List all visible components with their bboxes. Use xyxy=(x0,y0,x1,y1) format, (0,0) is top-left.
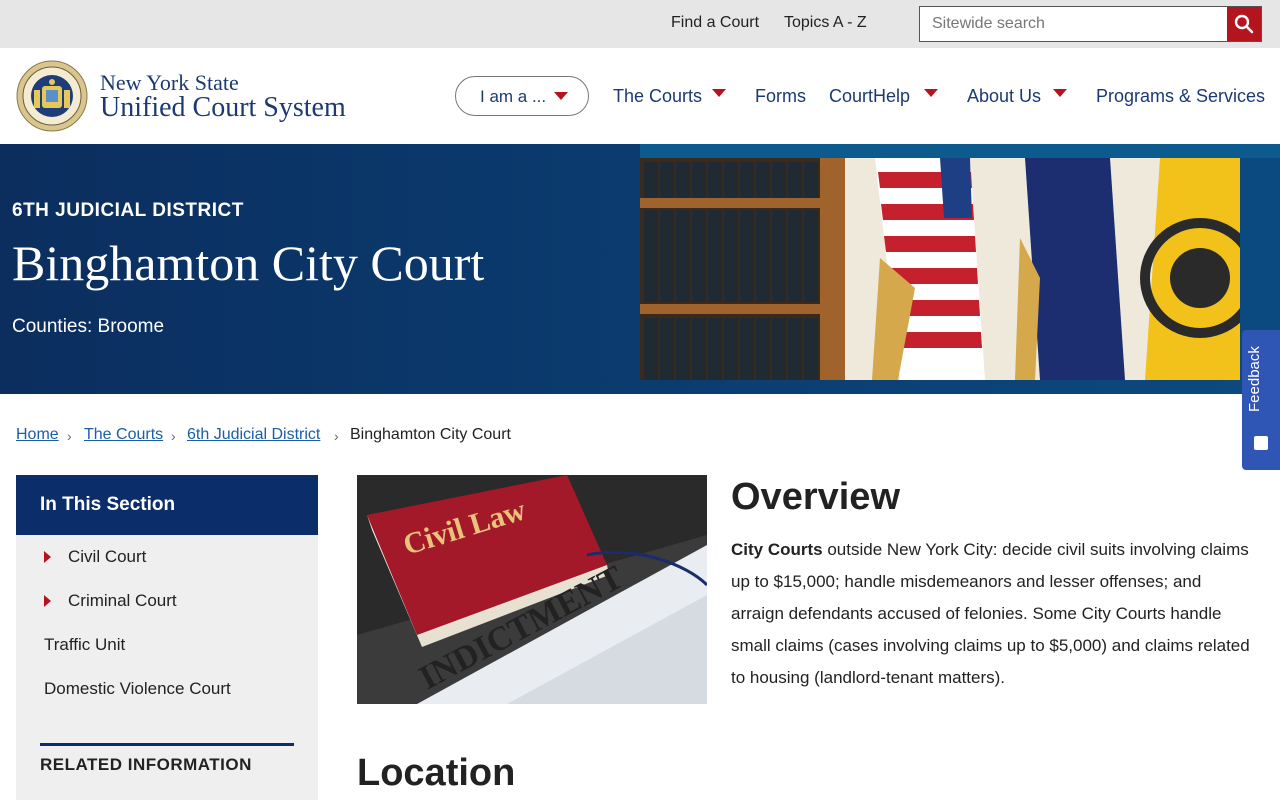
topics-a-z-link[interactable]: Topics A - Z xyxy=(784,14,867,32)
sidebar-heading: In This Section xyxy=(40,494,176,515)
chevron-right-icon: › xyxy=(334,428,339,444)
divider xyxy=(40,743,294,746)
hero-banner: 6TH JUDICIAL DISTRICT Binghamton City Co… xyxy=(0,144,1280,394)
triangle-right-icon xyxy=(44,551,51,563)
search-input[interactable] xyxy=(920,7,1226,41)
overview-heading: Overview xyxy=(731,476,900,518)
chevron-down-icon xyxy=(924,89,938,97)
feedback-icon xyxy=(1254,436,1268,450)
hero-accent-strip xyxy=(640,144,1280,158)
civil-law-illustration: Civil Law INDICTMENT xyxy=(357,475,707,704)
overview-lead: City Courts xyxy=(731,540,823,559)
search-icon xyxy=(1234,14,1254,34)
civil-law-book-image: Civil Law INDICTMENT xyxy=(357,475,707,704)
location-heading: Location xyxy=(357,752,516,794)
chevron-down-icon xyxy=(1053,89,1067,97)
sitewide-search xyxy=(919,6,1262,42)
feedback-tab[interactable]: Feedback xyxy=(1242,330,1280,470)
nav-about-us[interactable]: About Us xyxy=(967,86,1067,107)
utility-bar: Find a Court Topics A - Z xyxy=(0,0,1280,48)
nav-the-courts[interactable]: The Courts xyxy=(613,86,726,107)
triangle-right-icon xyxy=(44,595,51,607)
site-header: New York State Unified Court System I am… xyxy=(0,48,1280,144)
breadcrumb-home[interactable]: Home xyxy=(16,426,59,443)
related-information-heading: RELATED INFORMATION xyxy=(40,755,252,774)
nav-courthelp-label: CourtHelp xyxy=(829,86,911,106)
nav-forms[interactable]: Forms xyxy=(755,86,806,107)
sidebar-header: In This Section xyxy=(16,475,318,535)
nav-courthelp[interactable]: CourtHelp xyxy=(829,86,938,107)
nav-about-us-label: About Us xyxy=(967,86,1042,106)
overview-paragraph: City Courts outside New York City: decid… xyxy=(731,534,1251,694)
chevron-down-icon xyxy=(712,89,726,97)
search-button[interactable] xyxy=(1227,7,1261,41)
nys-ucs-seal-logo[interactable] xyxy=(16,60,88,132)
courtroom-flags-photo xyxy=(640,158,1240,380)
chevron-right-icon: › xyxy=(67,428,72,444)
find-a-court-link[interactable]: Find a Court xyxy=(671,14,759,32)
hero-district: 6TH JUDICIAL DISTRICT xyxy=(12,200,244,221)
sidebar-item-traffic-unit[interactable]: Traffic Unit xyxy=(44,635,125,655)
chevron-down-icon xyxy=(554,92,568,100)
nav-programs-services[interactable]: Programs & Services xyxy=(1096,86,1265,107)
feedback-label: Feedback xyxy=(1246,346,1263,412)
sidebar-item-domestic-violence-court[interactable]: Domestic Violence Court xyxy=(44,679,231,699)
section-sidebar: In This Section Civil Court Criminal Cou… xyxy=(16,475,318,800)
hero-counties: Counties: Broome xyxy=(12,316,165,337)
breadcrumb-the-courts[interactable]: The Courts xyxy=(84,426,163,443)
overview-body: outside New York City: decide civil suit… xyxy=(731,540,1250,687)
i-am-a-label: I am a ... xyxy=(480,87,547,106)
sidebar-item-civil-court[interactable]: Civil Court xyxy=(68,547,146,567)
breadcrumb-current: Binghamton City Court xyxy=(350,426,511,443)
nav-the-courts-label: The Courts xyxy=(613,86,703,106)
sidebar-item-criminal-court[interactable]: Criminal Court xyxy=(68,591,177,611)
chevron-right-icon: › xyxy=(171,428,176,444)
page-title: Binghamton City Court xyxy=(12,235,485,291)
breadcrumb-6th-judicial-district[interactable]: 6th Judicial District xyxy=(187,426,320,443)
i-am-a-dropdown[interactable]: I am a ... xyxy=(455,76,589,116)
brand-name-line2[interactable]: Unified Court System xyxy=(100,92,346,124)
